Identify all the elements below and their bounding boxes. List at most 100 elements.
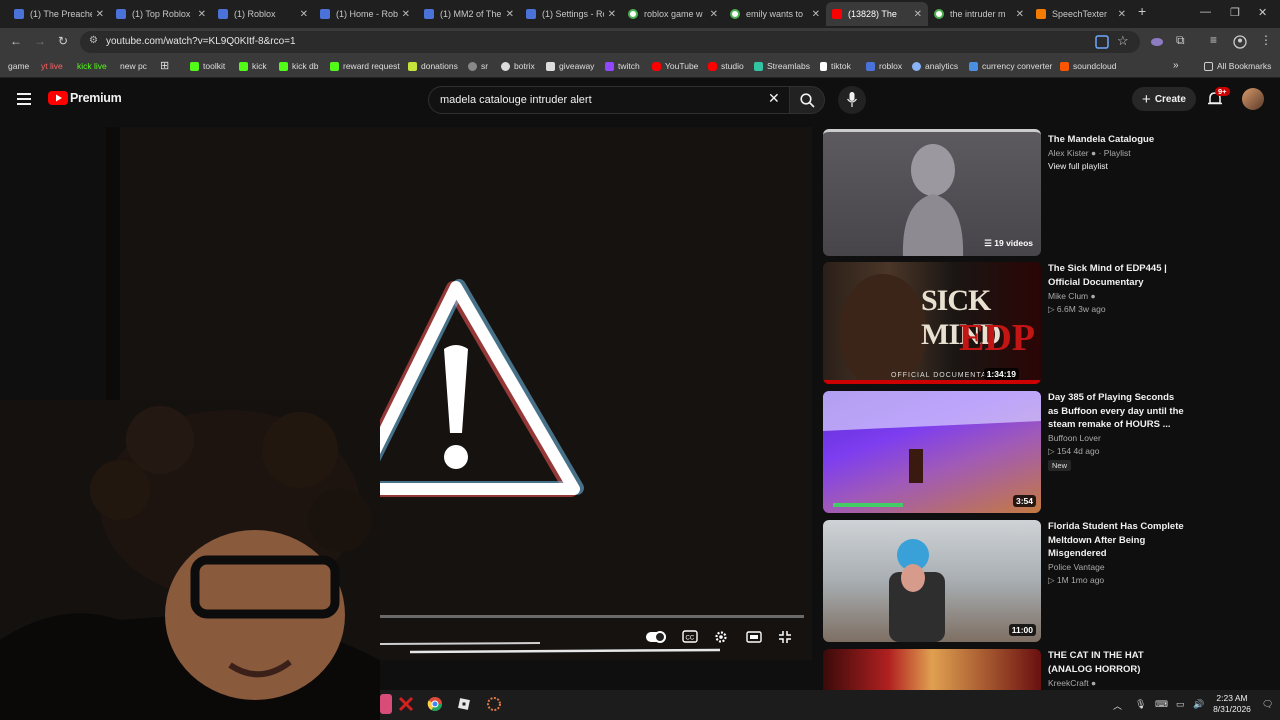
channel-name[interactable]: Police Vantage bbox=[1048, 562, 1105, 572]
browser-menu-icon[interactable]: ⋮ bbox=[1260, 33, 1272, 47]
channel-name[interactable]: KreekCraft bbox=[1048, 678, 1089, 688]
translate-icon[interactable] bbox=[1095, 35, 1109, 49]
bookmarks-overflow-icon[interactable]: » bbox=[1173, 60, 1179, 71]
browser-tab[interactable]: (1) MM2 of The ✕ bbox=[418, 2, 520, 26]
channel-name[interactable]: Buffoon Lover bbox=[1048, 433, 1101, 443]
notification-center-icon[interactable]: 🗨 bbox=[1262, 699, 1273, 710]
roblox-icon[interactable] bbox=[457, 697, 471, 711]
bookmark-youtube[interactable]: YouTube bbox=[652, 61, 698, 71]
close-icon[interactable]: ✕ bbox=[1118, 9, 1126, 20]
search-button[interactable] bbox=[789, 86, 825, 114]
browser-tab[interactable]: (1) Roblox ✕ bbox=[212, 2, 314, 26]
bookmark-reward-request[interactable]: reward request bbox=[330, 61, 400, 71]
captions-button[interactable]: CC bbox=[682, 630, 698, 644]
app-icon[interactable] bbox=[398, 696, 414, 712]
chrome-icon[interactable] bbox=[427, 696, 443, 712]
view-full-playlist-link[interactable]: View full playlist bbox=[1048, 159, 1108, 173]
close-icon[interactable]: ✕ bbox=[812, 9, 820, 20]
browser-tab-active[interactable]: (13828) The ✕ bbox=[826, 2, 928, 26]
video-title[interactable]: The Sick Mind of EDP445 | Official Docum… bbox=[1048, 262, 1188, 289]
browser-tab[interactable]: the intruder m ✕ bbox=[928, 2, 1030, 26]
progress-bar[interactable] bbox=[360, 615, 804, 618]
video-thumbnail[interactable]: 3:54 bbox=[823, 391, 1041, 513]
bookmark-toolkit[interactable]: toolkit bbox=[190, 61, 225, 71]
video-title[interactable]: Florida Student Has Complete Meltdown Af… bbox=[1048, 520, 1188, 561]
app-icon[interactable] bbox=[486, 696, 502, 712]
search-input[interactable]: madela catalouge intruder alert bbox=[428, 86, 790, 114]
browser-tab[interactable]: (1) Home - Rob ✕ bbox=[314, 2, 416, 26]
address-bar[interactable]: ⚙ youtube.com/watch?v=KL9Q0KItf-8&rco=1 bbox=[80, 31, 1140, 53]
apps-grid-icon[interactable]: ⊞ bbox=[160, 59, 169, 72]
bookmark-sr[interactable]: sr bbox=[468, 61, 488, 71]
close-icon[interactable]: ✕ bbox=[710, 9, 718, 20]
bookmark-roblox[interactable]: roblox bbox=[866, 61, 902, 71]
bookmark-analytics[interactable]: analytics bbox=[912, 61, 958, 71]
bookmark-star-icon[interactable]: ☆ bbox=[1117, 33, 1129, 49]
avatar[interactable] bbox=[1242, 88, 1264, 110]
extension-icon[interactable] bbox=[1150, 36, 1164, 48]
create-button[interactable]: + Create bbox=[1132, 87, 1196, 111]
close-icon[interactable]: ✕ bbox=[96, 9, 104, 20]
voice-search-button[interactable] bbox=[838, 86, 866, 114]
mic-tray-icon[interactable]: 🎙 bbox=[1135, 699, 1146, 710]
video-thumbnail[interactable] bbox=[823, 649, 1041, 690]
tray-overflow-icon[interactable]: ︿ bbox=[1113, 699, 1122, 712]
taskbar-clock[interactable]: 2:23 AM 8/31/2026 bbox=[1210, 693, 1254, 715]
settings-button[interactable] bbox=[714, 630, 730, 644]
bookmark-soundcloud[interactable]: soundcloud bbox=[1060, 61, 1116, 71]
bookmark-streamlabs[interactable]: Streamlabs bbox=[754, 61, 810, 71]
playlist-thumbnail[interactable]: ☰ 19 videos bbox=[823, 129, 1041, 256]
forward-icon[interactable]: → bbox=[34, 34, 46, 48]
bookmark-botrix[interactable]: botrix bbox=[501, 61, 535, 71]
site-info-icon[interactable]: ⚙ bbox=[89, 35, 98, 46]
bookmark-kick-live[interactable]: kick live bbox=[77, 61, 107, 71]
video-thumbnail[interactable]: 11:00 bbox=[823, 520, 1041, 642]
hamburger-menu-icon[interactable] bbox=[17, 93, 31, 105]
channel-name[interactable]: Alex Kister bbox=[1048, 148, 1089, 158]
browser-tab[interactable]: SpeechTexter ✕ bbox=[1030, 2, 1132, 26]
bookmark-kick-db[interactable]: kick db bbox=[279, 61, 318, 71]
fullscreen-exit-button[interactable] bbox=[778, 630, 794, 644]
close-icon[interactable]: ✕ bbox=[608, 9, 616, 20]
video-thumbnail[interactable]: SICK MIND EDP OFFICIAL DOCUMENTARY 1:34:… bbox=[823, 262, 1041, 384]
theater-mode-button[interactable] bbox=[746, 630, 762, 644]
reload-icon[interactable]: ↻ bbox=[58, 34, 68, 48]
browser-tab[interactable]: roblox game w ✕ bbox=[622, 2, 724, 26]
minimize-icon[interactable]: — bbox=[1200, 6, 1211, 18]
browser-tab[interactable]: (1) The Preache ✕ bbox=[8, 2, 110, 26]
restore-icon[interactable]: ❐ bbox=[1230, 6, 1240, 19]
clear-search-icon[interactable]: ✕ bbox=[768, 90, 780, 107]
window-close-icon[interactable]: ✕ bbox=[1258, 6, 1267, 19]
bookmark-new-pc[interactable]: new pc bbox=[120, 61, 147, 71]
bookmark-donations[interactable]: donations bbox=[408, 61, 458, 71]
close-icon[interactable]: ✕ bbox=[1016, 9, 1024, 20]
video-title[interactable]: Day 385 of Playing Seconds as Buffoon ev… bbox=[1048, 391, 1188, 432]
close-icon[interactable]: ✕ bbox=[402, 9, 410, 20]
media-controls-icon[interactable]: ≡ bbox=[1210, 33, 1217, 47]
close-icon[interactable]: ✕ bbox=[914, 9, 922, 20]
bookmark-giveaway[interactable]: giveaway bbox=[546, 61, 594, 71]
bookmark-tiktok[interactable]: tiktok bbox=[820, 61, 851, 71]
close-icon[interactable]: ✕ bbox=[198, 9, 206, 20]
autoplay-toggle[interactable] bbox=[646, 630, 666, 644]
video-title[interactable]: THE CAT IN THE HAT (ANALOG HORROR) bbox=[1048, 649, 1188, 676]
all-bookmarks-button[interactable]: All Bookmarks bbox=[1204, 61, 1271, 71]
channel-name[interactable]: Mike Clum bbox=[1048, 291, 1088, 301]
bookmark-currency-converter[interactable]: currency converter bbox=[969, 61, 1052, 71]
browser-tab[interactable]: emily wants to ✕ bbox=[724, 2, 826, 26]
browser-tab[interactable]: (1) Top Roblox ✕ bbox=[110, 2, 212, 26]
playlist-title[interactable]: The Mandela Catalogue bbox=[1048, 133, 1188, 147]
back-icon[interactable]: ← bbox=[10, 34, 22, 48]
new-tab-button[interactable]: + bbox=[1138, 3, 1146, 19]
volume-icon[interactable]: 🔊 bbox=[1193, 699, 1204, 710]
close-icon[interactable]: ✕ bbox=[506, 9, 514, 20]
youtube-logo[interactable]: Premium bbox=[48, 91, 122, 105]
app-icon[interactable] bbox=[380, 694, 392, 714]
notifications-button[interactable]: 9+ bbox=[1207, 87, 1230, 112]
browser-tab[interactable]: (1) Settings - Ro ✕ bbox=[520, 2, 622, 26]
profile-icon[interactable] bbox=[1233, 35, 1247, 49]
bookmark-twitch[interactable]: twitch bbox=[605, 61, 640, 71]
bookmark-yt-live[interactable]: yt live bbox=[41, 61, 63, 71]
extensions-puzzle-icon[interactable]: ⧉ bbox=[1176, 33, 1185, 48]
network-icon[interactable]: ▭ bbox=[1176, 699, 1185, 710]
